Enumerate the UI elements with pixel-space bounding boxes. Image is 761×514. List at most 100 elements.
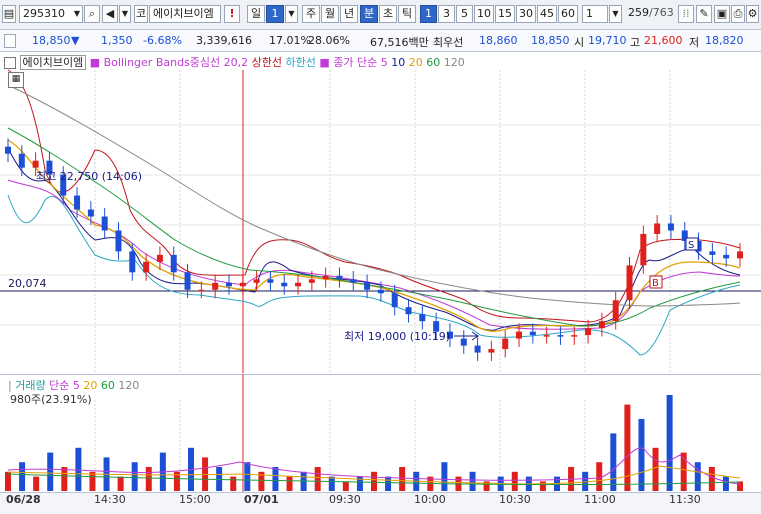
volume-bar xyxy=(328,476,335,491)
high-annotation: 최고 22,750 (14:06) xyxy=(36,170,142,183)
period-num-field[interactable]: 1 xyxy=(266,5,284,23)
interval-button-45[interactable]: 45 xyxy=(537,5,557,23)
interval-button-15[interactable]: 15 xyxy=(495,5,515,23)
volume-bar xyxy=(385,476,392,491)
toolbar: ▤ 295310 ▼ ⌕ ◀ ▼ 코 에이치브이엠 ! 일 1 ▼ 주 월 년 분… xyxy=(0,0,761,30)
legend-ma120[interactable]: 120 xyxy=(444,56,465,69)
period-dropdown-icon[interactable]: ▼ xyxy=(285,5,298,23)
volume-bar xyxy=(441,462,448,491)
candle-body xyxy=(115,230,122,252)
candle-body xyxy=(474,345,481,353)
axis-label-1100: 11:00 xyxy=(584,493,616,506)
legend-ma20[interactable]: 20 xyxy=(409,56,423,69)
candle-body xyxy=(308,279,315,283)
count-dropdown-icon[interactable]: ▼ xyxy=(609,5,622,23)
count-input[interactable]: 1 xyxy=(582,5,608,23)
period-month-button[interactable]: 월 xyxy=(321,5,339,23)
interval-button-1[interactable]: 1 xyxy=(420,5,437,23)
alert-button[interactable]: ! xyxy=(224,5,240,23)
sell-signal-label: S xyxy=(688,240,694,251)
volume-bar xyxy=(371,471,377,491)
legend-bollinger-lower[interactable]: 하한선 xyxy=(286,56,316,69)
interval-button-5[interactable]: 5 xyxy=(456,5,473,23)
high-label: 고 xyxy=(630,36,641,49)
interval-button-3[interactable]: 3 xyxy=(438,5,455,23)
candle-body xyxy=(391,293,398,308)
stock-code-input[interactable]: 295310 ▼ xyxy=(19,5,83,23)
volume-bar xyxy=(5,471,11,491)
quote-bar: 18,850 ▼ 1,350 -6.68% 3,339,616 17.01% 2… xyxy=(0,30,761,52)
volume-bar xyxy=(666,395,673,491)
table-view-icon[interactable]: ▦ xyxy=(8,72,24,88)
volume-bar xyxy=(244,462,251,491)
volume-bar xyxy=(230,476,237,491)
legend-ma-label[interactable]: 종가 단순 5 xyxy=(333,56,387,69)
axis-label-1430: 14:30 xyxy=(94,493,126,506)
search-icon[interactable]: ⌕ xyxy=(84,5,100,23)
legend-stock-name[interactable]: 에이치브이엠 xyxy=(19,55,87,70)
period-minute-button[interactable]: 분 xyxy=(360,5,378,23)
volume-bars xyxy=(5,395,743,491)
candle-body xyxy=(529,331,536,336)
open-label: 시 xyxy=(574,36,585,49)
candle-body xyxy=(267,279,274,283)
price-legend: 에이치브이엠 ■ Bollinger Bands중심선 20,2 상한선 하한선… xyxy=(4,54,465,70)
period-day-button[interactable]: 일 xyxy=(247,5,265,23)
volume-bar xyxy=(722,476,729,491)
candle-body xyxy=(322,275,329,280)
candle-body xyxy=(295,282,302,287)
period-year-button[interactable]: 년 xyxy=(340,5,358,23)
volume-bar xyxy=(33,476,40,491)
quote-panel-toggle[interactable] xyxy=(4,34,16,48)
legend-bollinger-upper[interactable]: 상한선 xyxy=(252,56,282,69)
stock-code-value: 295310 xyxy=(23,7,65,20)
volume-bar xyxy=(539,481,546,491)
axis-label-0930: 09:30 xyxy=(329,493,361,506)
code-dropdown-icon[interactable]: ▼ xyxy=(74,6,80,22)
settings-icon[interactable]: ⚙ xyxy=(746,5,759,23)
price-chart[interactable]: B S 최고 22,750 (14:06) 최저 19,000 (10:19) … xyxy=(0,53,761,373)
legend-ma60[interactable]: 60 xyxy=(426,56,440,69)
axis-label-1000: 10:00 xyxy=(414,493,446,506)
period-tick-button[interactable]: 틱 xyxy=(398,5,416,23)
volume-bar xyxy=(314,467,321,491)
low-price: 18,820 xyxy=(705,34,744,47)
high-price: 21,600 xyxy=(644,34,683,47)
candle-body xyxy=(377,289,384,294)
candle-body xyxy=(184,272,191,290)
candle-body xyxy=(129,251,136,273)
draw-tool-icon[interactable]: ✎ xyxy=(696,5,712,23)
candle-body xyxy=(198,289,205,292)
volume-bar xyxy=(610,433,617,491)
candle-body xyxy=(737,251,743,259)
speaker-dropdown-icon[interactable]: ▼ xyxy=(119,5,131,23)
ratio-percent: 28.06% xyxy=(308,34,350,47)
legend-toggle[interactable] xyxy=(4,57,16,69)
interval-button-10[interactable]: 10 xyxy=(474,5,494,23)
candle-body xyxy=(253,279,260,283)
grid-icon[interactable]: ⁞⁞ xyxy=(678,5,694,23)
axis-label-0701: 07/01 xyxy=(244,493,279,506)
legend-bollinger-mid[interactable]: Bollinger Bands중심선 20,2 xyxy=(104,56,249,69)
interval-button-60[interactable]: 60 xyxy=(558,5,578,23)
period-week-button[interactable]: 주 xyxy=(302,5,320,23)
stock-name-field[interactable]: 에이치브이엠 xyxy=(149,5,221,23)
print-icon[interactable]: ⎙ xyxy=(731,5,745,23)
period-second-button[interactable]: 초 xyxy=(379,5,397,23)
candle-body xyxy=(225,282,232,287)
legend-ma10[interactable]: 10 xyxy=(391,56,405,69)
speaker-icon[interactable]: ◀ xyxy=(102,5,118,23)
page-indicator: 259/763 xyxy=(625,5,674,23)
volume-bar xyxy=(61,467,68,491)
chart-layout-icon[interactable]: ▤ xyxy=(2,5,16,23)
axis-label-0628: 06/28 xyxy=(6,493,41,506)
candle-body xyxy=(626,265,633,301)
volume-bar xyxy=(399,467,406,491)
interval-button-30[interactable]: 30 xyxy=(516,5,536,23)
candle-body xyxy=(488,349,495,353)
candle-body xyxy=(709,251,716,255)
change-percent: -6.68% xyxy=(143,34,182,47)
save-icon[interactable]: ▣ xyxy=(714,5,730,23)
volume-chart[interactable] xyxy=(0,374,761,493)
volume-bar xyxy=(89,471,96,491)
